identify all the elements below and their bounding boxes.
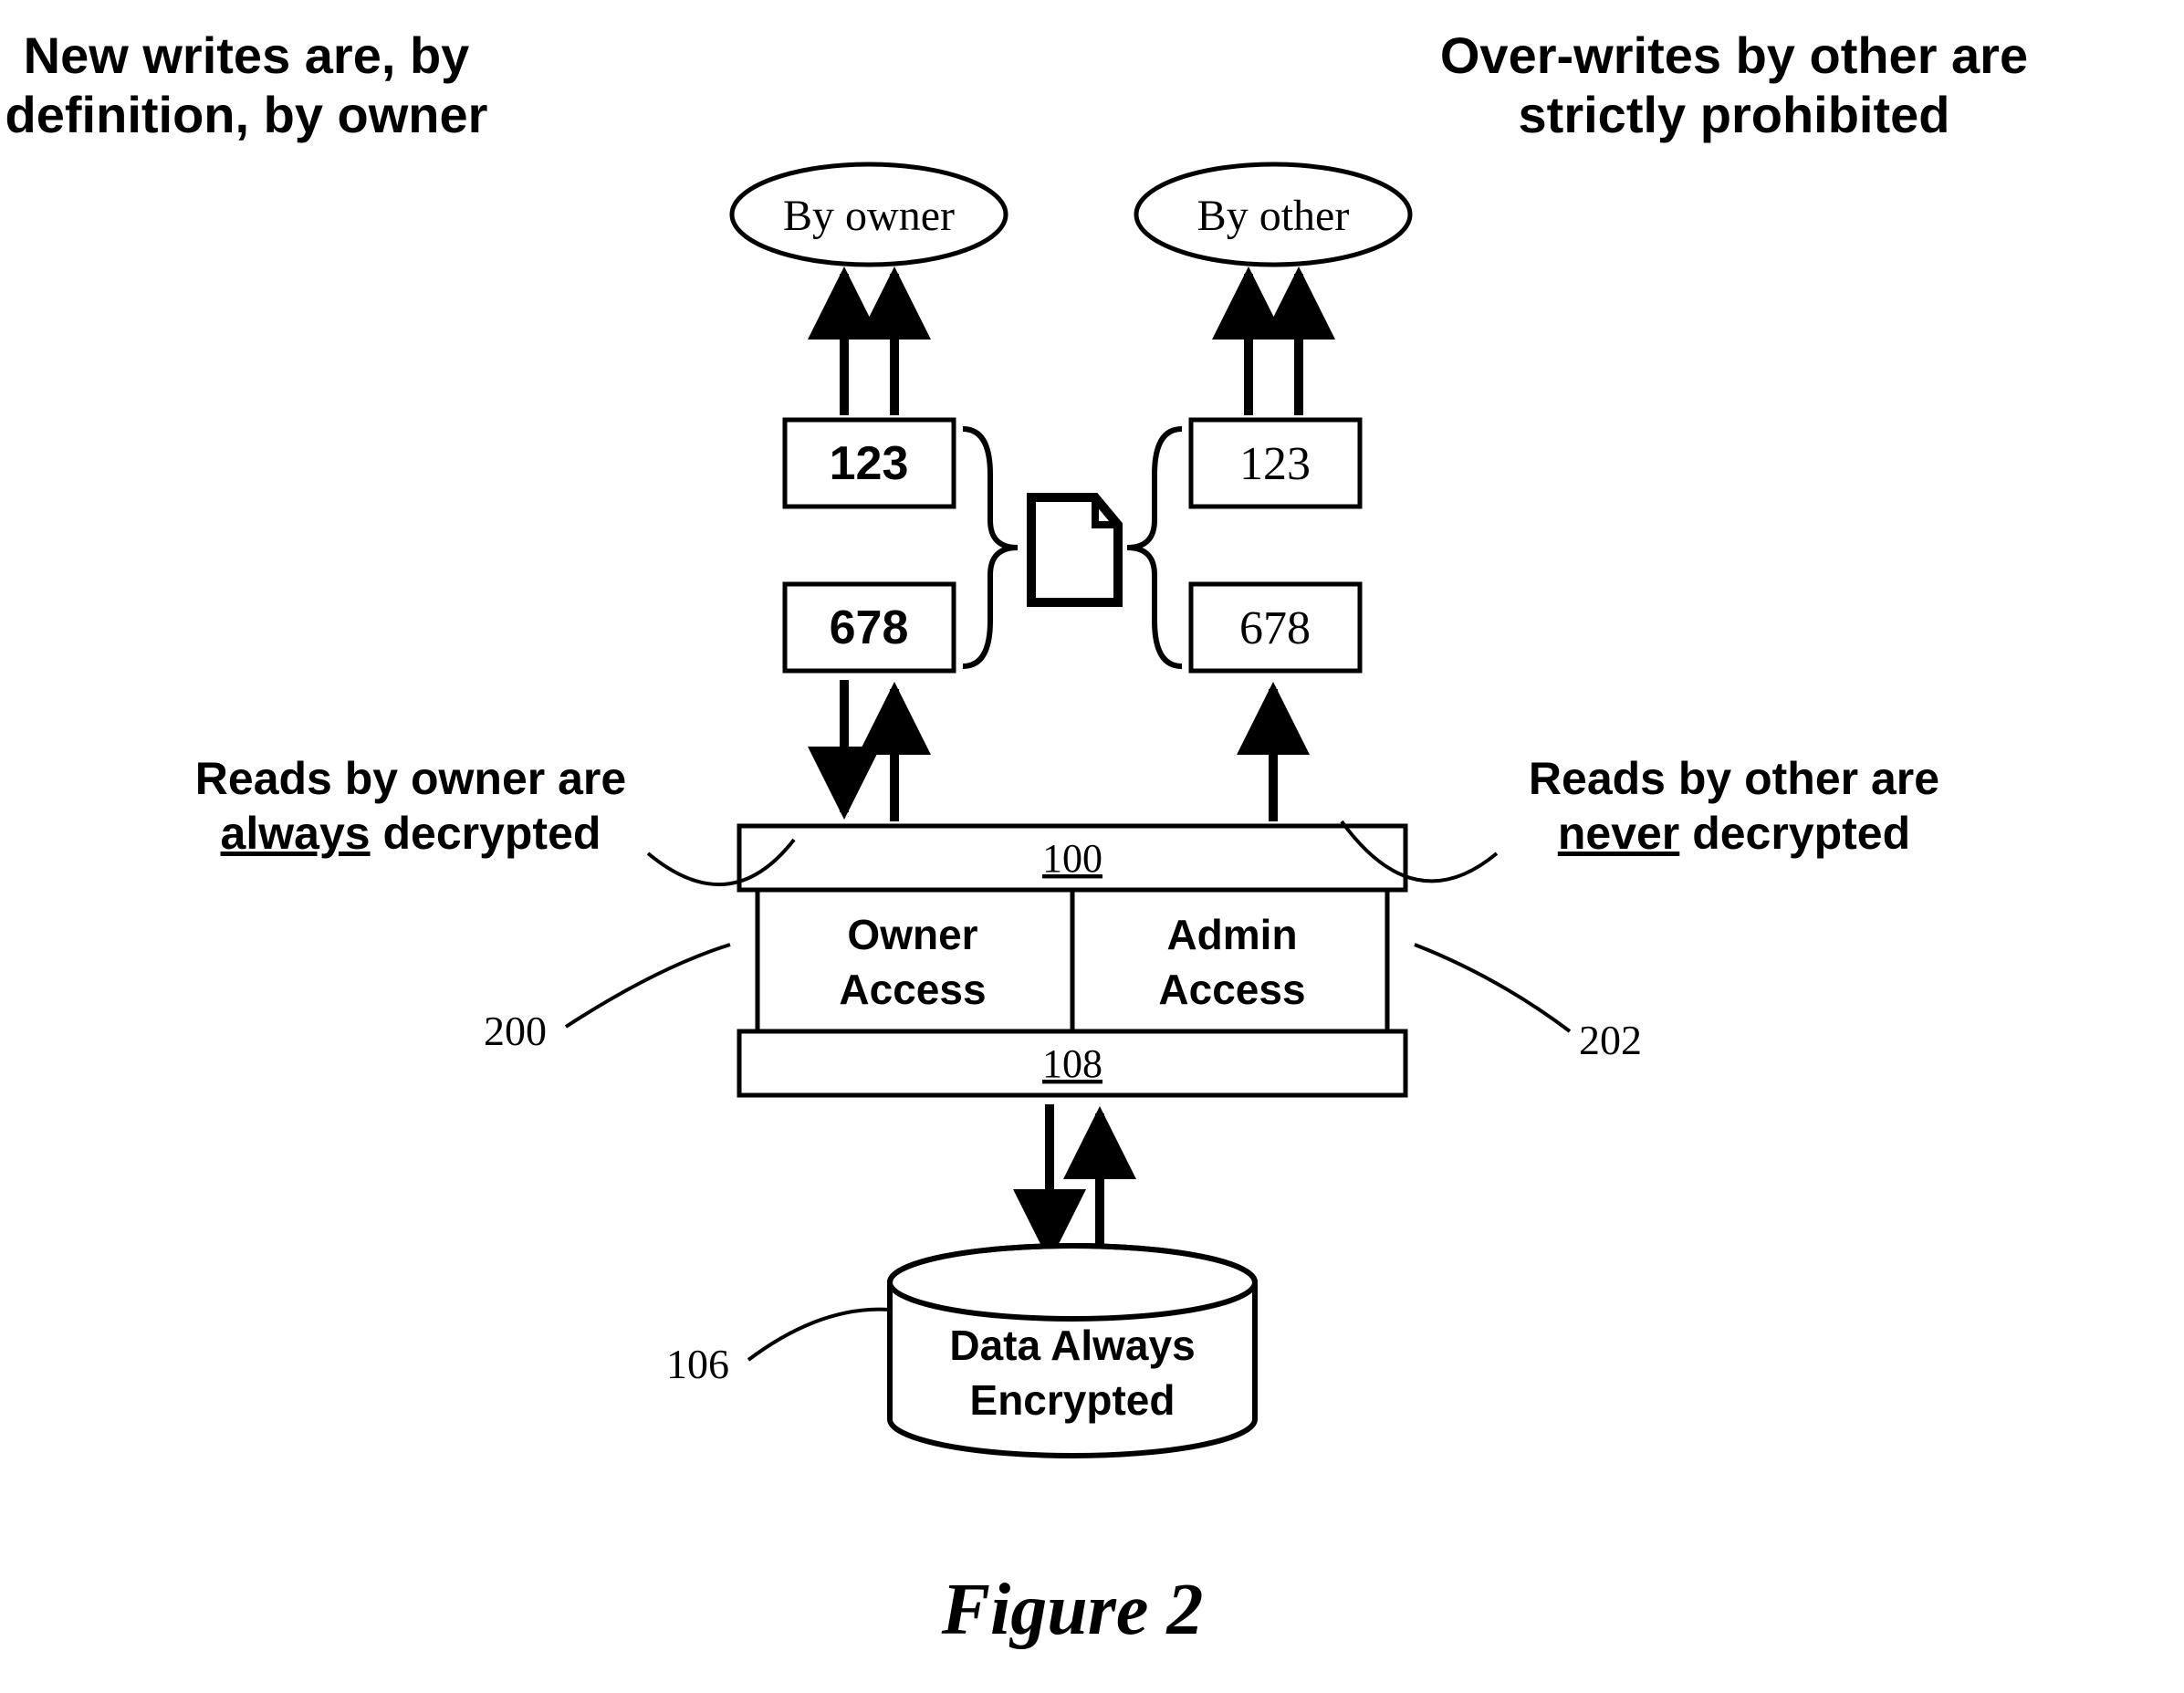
header-left-line1: New writes are, by [24,26,470,84]
header-right-line2: strictly prohibited [1519,86,1950,143]
right-box-bottom-text: 678 [1239,602,1311,654]
leader-200 [566,945,730,1027]
left-brace [963,429,1018,666]
right-brace [1127,429,1182,666]
figure-caption: Figure 2 [941,1570,1204,1650]
mid-right-line1: Reads by other are [1529,753,1939,804]
document-icon [1031,497,1118,602]
other-ellipse-label: By other [1197,192,1350,240]
left-box-top-text: 123 [830,437,909,490]
svg-text:never decrypted: never decrypted [1558,808,1910,859]
access-top-ref: 100 [1042,836,1102,881]
left-box-bottom-text: 678 [830,601,909,654]
mid-left-suffix: decrypted [382,808,601,859]
right-box-top-text: 123 [1239,438,1311,490]
access-right-line1: Admin [1166,911,1297,958]
svg-text:always decrypted: always decrypted [221,808,601,859]
leader-106 [748,1310,890,1360]
ref-106: 106 [666,1341,729,1387]
access-left-line1: Owner [847,911,977,958]
owner-ellipse-label: By owner [783,192,955,240]
mid-right-word: never [1558,808,1679,859]
mid-left-word: always [221,808,371,859]
access-left-line2: Access [839,966,986,1013]
db-line1: Data Always [949,1322,1195,1369]
access-right-line2: Access [1158,966,1305,1013]
leader-right [1342,821,1497,881]
mid-left-line1: Reads by owner are [195,753,626,804]
ref-202: 202 [1579,1017,1642,1063]
leader-left [648,840,794,884]
header-right-line1: Over-writes by other are [1440,26,2028,84]
ref-200: 200 [484,1008,547,1054]
access-bottom-ref: 108 [1042,1041,1102,1086]
leader-202 [1415,945,1570,1031]
db-line2: Encrypted [970,1376,1176,1424]
header-left-line2: definition, by owner [5,86,488,143]
mid-right-suffix: decrypted [1692,808,1910,859]
